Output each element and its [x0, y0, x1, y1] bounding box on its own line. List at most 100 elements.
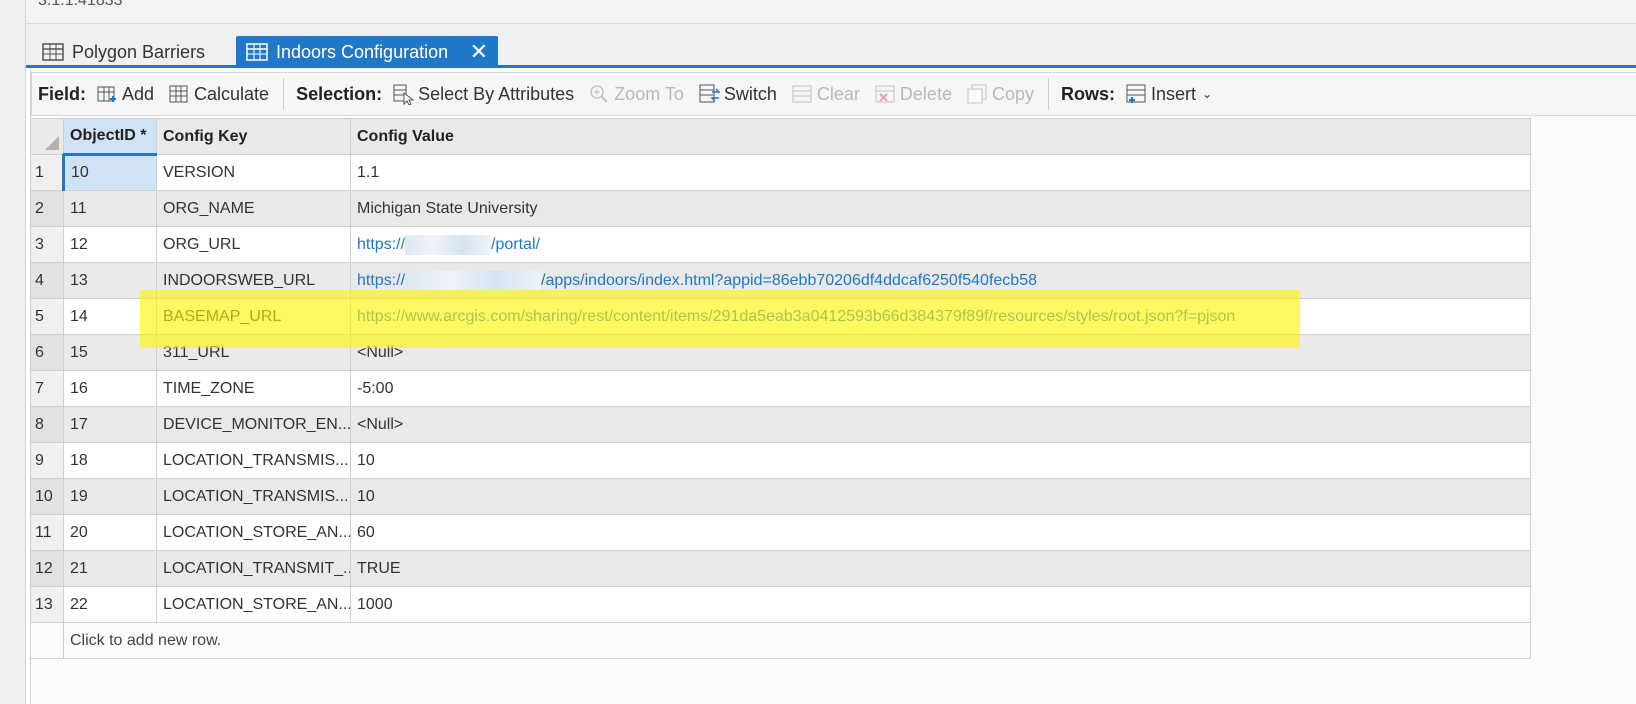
row-number[interactable]: 5 [30, 298, 64, 335]
objectid-cell[interactable]: 13 [63, 262, 157, 299]
version-strip: 3.1.1.41833 [26, 0, 1636, 24]
config-key-cell[interactable]: ORG_URL [156, 226, 351, 263]
select-all-corner[interactable] [30, 118, 64, 155]
row-number[interactable]: 11 [30, 514, 64, 551]
config-key-cell[interactable]: LOCATION_TRANSMIS... [156, 478, 351, 515]
selection-group-label: Selection: [296, 83, 383, 104]
config-value-cell[interactable]: https:// /apps/indoors/index.html?appid=8… [350, 262, 1531, 299]
row-number[interactable]: 7 [30, 370, 64, 407]
row-number[interactable]: 13 [30, 586, 64, 623]
config-value-cell[interactable]: <Null> [350, 334, 1531, 371]
objectid-cell[interactable]: 18 [63, 442, 157, 479]
add-new-row-label[interactable]: Click to add new row. [63, 622, 1531, 659]
table-row[interactable]: 6 15 311_URL <Null> [30, 334, 1531, 371]
insert-row-button[interactable]: Insert ⌄ [1125, 83, 1212, 105]
url-prefix: https:// [357, 235, 406, 253]
switch-selection-button[interactable]: Switch [698, 83, 777, 105]
tab-label: Polygon Barriers [72, 41, 206, 62]
chevron-down-icon: ⌄ [1202, 87, 1213, 101]
left-edge [0, 0, 26, 704]
copy-button[interactable]: Copy [966, 83, 1034, 105]
calculate-field-button[interactable]: Calculate [168, 83, 269, 105]
objectid-cell[interactable]: 20 [63, 514, 157, 551]
row-number[interactable]: 3 [30, 226, 64, 263]
config-value-cell[interactable]: TRUE [350, 550, 1531, 587]
row-number[interactable]: 2 [30, 190, 64, 227]
config-value-cell[interactable]: https://www.arcgis.com/sharing/rest/cont… [350, 298, 1531, 335]
config-value-cell[interactable]: 1.1 [350, 154, 1531, 191]
config-value-cell[interactable]: 10 [350, 442, 1531, 479]
table-icon [42, 43, 64, 61]
select-by-attributes-label: Select By Attributes [418, 83, 575, 104]
config-value-cell[interactable]: 10 [350, 478, 1531, 515]
add-field-button[interactable]: Add [96, 83, 154, 105]
config-key-cell[interactable]: ORG_NAME [156, 190, 351, 227]
url-suffix: /apps/indoors/index.html?appid=86ebb7020… [541, 271, 1037, 289]
table-row[interactable]: 1 10 VERSION 1.1 [30, 154, 1531, 191]
objectid-cell[interactable]: 15 [63, 334, 157, 371]
table-row[interactable]: 2 11 ORG_NAME Michigan State University [30, 190, 1531, 227]
tab-indoors-configuration[interactable]: Indoors Configuration ✕ [236, 36, 498, 68]
select-by-attributes-button[interactable]: Select By Attributes [392, 83, 575, 106]
delete-button[interactable]: Delete [874, 83, 952, 105]
close-icon[interactable]: ✕ [470, 41, 488, 63]
config-key-cell[interactable]: BASEMAP_URL [156, 298, 351, 335]
row-number[interactable]: 8 [30, 406, 64, 443]
config-key-cell[interactable]: 311_URL [156, 334, 351, 371]
objectid-cell[interactable]: 16 [63, 370, 157, 407]
config-key-cell[interactable]: VERSION [156, 154, 351, 191]
table-row[interactable]: 8 17 DEVICE_MONITOR_EN... <Null> [30, 406, 1531, 443]
calculator-icon [168, 83, 190, 105]
tab-polygon-barriers[interactable]: Polygon Barriers [32, 36, 222, 68]
config-value-cell[interactable]: -5:00 [350, 370, 1531, 407]
table-row[interactable]: 12 21 LOCATION_TRANSMIT_... TRUE [30, 550, 1531, 587]
table-row[interactable]: 9 18 LOCATION_TRANSMIS... 10 [30, 442, 1531, 479]
config-value-cell[interactable]: <Null> [350, 406, 1531, 443]
clear-selection-button[interactable]: Clear [791, 83, 860, 105]
table-row[interactable]: 5 14 BASEMAP_URL https://www.arcgis.com/… [30, 298, 1531, 335]
row-number[interactable]: 4 [30, 262, 64, 299]
objectid-cell[interactable]: 10 [62, 154, 157, 191]
config-key-cell[interactable]: LOCATION_TRANSMIS... [156, 442, 351, 479]
config-key-cell[interactable]: LOCATION_TRANSMIT_... [156, 550, 351, 587]
config-value-cell[interactable]: Michigan State University [350, 190, 1531, 227]
table-header-row: ObjectID * Config Key Config Value [30, 118, 1531, 156]
row-number[interactable]: 12 [30, 550, 64, 587]
table-row[interactable]: 4 13 INDOORSWEB_URL https:// /apps/indoor… [30, 262, 1531, 299]
objectid-cell[interactable]: 14 [63, 298, 157, 335]
column-header-objectid[interactable]: ObjectID * [63, 118, 157, 156]
calculate-label: Calculate [194, 83, 270, 104]
objectid-cell[interactable]: 22 [63, 586, 157, 623]
column-header-config-key[interactable]: Config Key [156, 118, 351, 155]
table-row[interactable]: 10 19 LOCATION_TRANSMIS... 10 [30, 478, 1531, 515]
zoom-to-icon [588, 83, 610, 105]
copy-label: Copy [991, 83, 1034, 104]
row-number[interactable]: 1 [30, 154, 64, 191]
table-row[interactable]: 11 20 LOCATION_STORE_AN... 60 [30, 514, 1531, 551]
objectid-cell[interactable]: 12 [63, 226, 157, 263]
config-value-cell[interactable]: https:// /portal/ [350, 226, 1531, 263]
objectid-cell[interactable]: 11 [63, 190, 157, 227]
config-key-cell[interactable]: LOCATION_STORE_AN... [156, 586, 351, 623]
insert-row-icon [1125, 83, 1147, 105]
version-text: 3.1.1.41833 [38, 0, 123, 9]
zoom-to-button[interactable]: Zoom To [588, 83, 684, 105]
row-number[interactable]: 9 [30, 442, 64, 479]
objectid-cell[interactable]: 19 [63, 478, 157, 515]
table-row[interactable]: 3 12 ORG_URL https:// /portal/ [30, 226, 1531, 263]
row-number[interactable]: 10 [30, 478, 64, 515]
table-row[interactable]: 7 16 TIME_ZONE -5:00 [30, 370, 1531, 407]
objectid-cell[interactable]: 21 [63, 550, 157, 587]
config-key-cell[interactable]: LOCATION_STORE_AN... [156, 514, 351, 551]
config-value-cell[interactable]: 1000 [350, 586, 1531, 623]
add-new-row[interactable]: Click to add new row. [30, 622, 1531, 659]
config-key-cell[interactable]: INDOORSWEB_URL [156, 262, 351, 299]
column-header-config-value[interactable]: Config Value [350, 118, 1531, 155]
config-key-cell[interactable]: TIME_ZONE [156, 370, 351, 407]
row-number[interactable]: 6 [30, 334, 64, 371]
config-key-cell[interactable]: DEVICE_MONITOR_EN... [156, 406, 351, 443]
table-row[interactable]: 13 22 LOCATION_STORE_AN... 1000 [30, 586, 1531, 623]
config-value-cell[interactable]: 60 [350, 514, 1531, 551]
objectid-cell[interactable]: 17 [63, 406, 157, 443]
switch-label: Switch [723, 83, 777, 104]
